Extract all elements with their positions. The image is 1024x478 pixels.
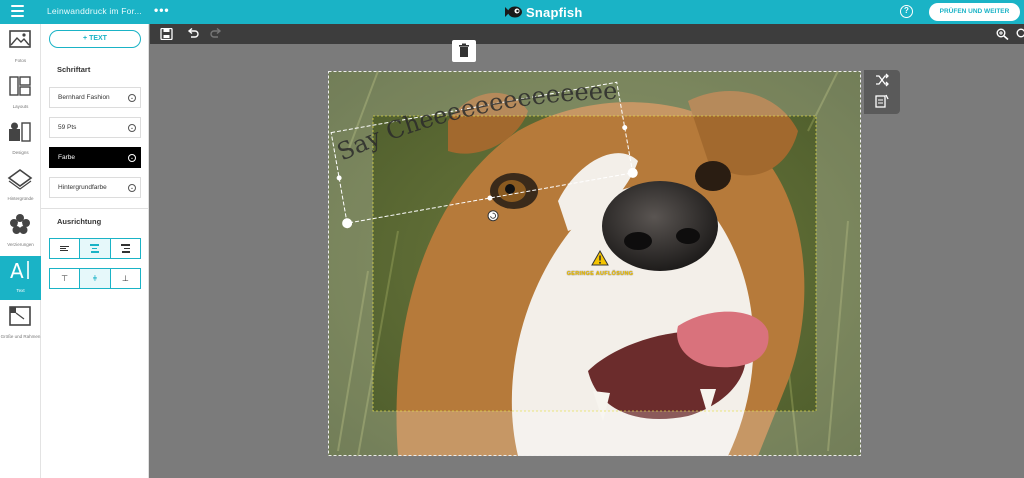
size-frame-icon [9,306,31,326]
align-middle-icon: ǂ [92,274,98,283]
chevron-down-icon: ⌄ [128,94,136,102]
add-text-button[interactable]: + TEXT [49,30,141,48]
font-size-select[interactable]: 59 Pts ⌄ [49,117,141,138]
align-center-icon [90,243,100,254]
help-icon[interactable]: ? [900,5,913,18]
rail-label: Verzierungen [7,242,34,247]
rail-item-designs[interactable]: Designs [0,118,41,162]
align-left-button[interactable] [50,239,81,258]
align-center-button[interactable] [80,239,111,258]
align-left-icon [60,244,70,252]
element-actions-panel [864,70,900,114]
edit-photo-icon[interactable] [875,94,889,108]
snapfish-logo: Snapfish [505,3,583,21]
text-color-select[interactable]: Farbe ⌄ [49,147,141,168]
top-bar: Leinwanddruck im For... ••• Snapfish ? P… [0,0,1024,24]
layouts-icon [9,76,31,96]
align-middle-button[interactable]: ǂ [80,269,111,288]
align-right-button[interactable] [111,239,140,258]
chevron-down-icon: ⌄ [128,184,136,192]
review-continue-button[interactable]: PRÜFEN UND WEITER [929,3,1020,21]
panel-divider [41,208,149,209]
fish-logo-icon [505,6,522,18]
rail-label: Layouts [12,104,29,109]
logo-text: Snapfish [526,4,583,20]
vertical-alignment-group: ⊤ ǂ ⊥ [49,268,141,289]
rail-item-embellishments[interactable]: Verzierungen [0,210,41,254]
designs-icon [9,122,31,142]
tool-rail: Fotos Layouts Designs Hintergründe Verzi… [0,24,41,478]
rail-item-layouts[interactable]: Layouts [0,72,41,116]
align-top-icon: ⊤ [61,274,69,283]
rail-label: Text [16,288,25,293]
low-resolution-warning[interactable]: GERINGE AUFLÖSUNG [564,249,636,277]
align-bottom-button[interactable]: ⊥ [111,269,140,288]
background-color-label: Hintergrundfarbe [58,184,107,191]
text-icon: A [10,259,29,282]
rail-label: Fotos [14,58,27,63]
save-icon[interactable] [160,28,173,40]
delete-element-button[interactable] [452,40,476,62]
undo-icon[interactable] [186,28,199,40]
zoom-icon[interactable] [996,28,1009,40]
trash-icon [459,43,469,57]
rail-label: Hintergründe [7,196,34,201]
redo-icon[interactable] [210,28,223,40]
zoom-out-icon[interactable] [1016,28,1024,40]
align-top-button[interactable]: ⊤ [50,269,81,288]
background-color-select[interactable]: Hintergrundfarbe ⌄ [49,177,141,198]
more-options-icon[interactable]: ••• [154,3,170,17]
text-color-label: Farbe [58,154,75,161]
align-right-icon [120,243,130,254]
hamburger-icon[interactable] [11,5,24,19]
document-title[interactable]: Leinwanddruck im For... [47,6,142,16]
align-bottom-icon: ⊥ [121,274,129,283]
svg-text:A: A [10,259,24,282]
backgrounds-icon [7,169,33,190]
embellishments-icon [10,214,30,234]
chevron-down-icon: ⌄ [128,124,136,132]
rail-item-text[interactable]: A Text [0,256,41,300]
shuffle-icon[interactable] [875,73,889,87]
warning-icon [591,249,609,266]
editor-toolbar [150,24,1024,44]
font-family-select[interactable]: Bernhard Fashion ⌄ [49,87,141,108]
alignment-heading: Ausrichtung [57,217,102,226]
text-options-panel: + TEXT Schriftart Bernhard Fashion ⌄ 59 … [41,24,149,478]
photos-icon [9,30,31,48]
chevron-down-icon: ⌄ [128,154,136,162]
font-family-value: Bernhard Fashion [58,94,110,101]
horizontal-alignment-group [49,238,141,259]
font-heading: Schriftart [57,65,91,74]
rail-item-photos[interactable]: Fotos [0,26,41,70]
rail-item-size-frame[interactable]: Größe und Rahmen [0,302,41,346]
warning-label: GERINGE AUFLÖSUNG [566,271,634,277]
font-size-value: 59 Pts [58,124,77,131]
rail-label: Größe und Rahmen [0,334,41,339]
rail-label: Designs [12,150,29,155]
rail-item-backgrounds[interactable]: Hintergründe [0,164,41,208]
